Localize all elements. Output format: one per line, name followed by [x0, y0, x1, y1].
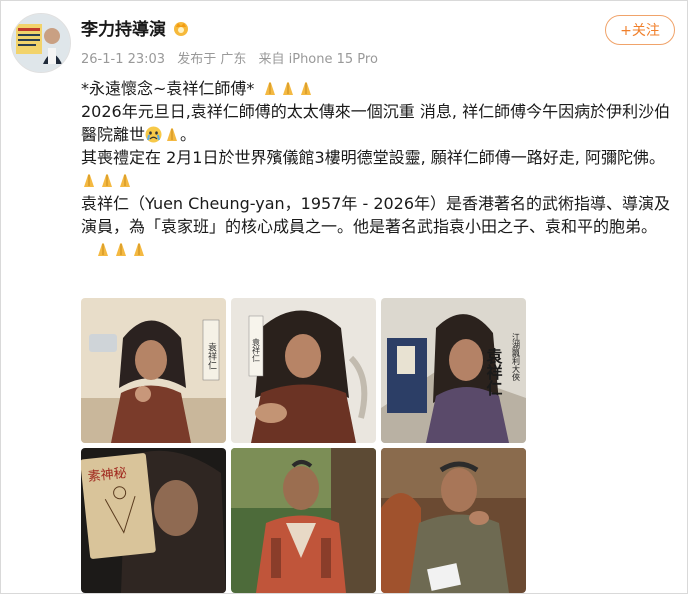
- post-body: *永遠懷念~袁祥仁師傅* 2026年元旦日,袁祥仁師傅的太太傳來一個沉重 消息,…: [81, 77, 673, 261]
- gold-crown-badge-icon: [172, 19, 190, 37]
- image-caption-1: 袁祥仁: [206, 341, 217, 369]
- post-image-4[interactable]: 素神秘: [81, 448, 226, 593]
- post-line-3: 其喪禮定在 2月1日於世界殯儀館3樓明德堂設靈, 願祥仁師傅一路好走, 阿彌陀佛…: [81, 148, 665, 167]
- pray-icon: [95, 240, 111, 256]
- pray-icon: [280, 79, 296, 95]
- post-line-2: 2026年元旦日,袁祥仁師傅的太太傳來一個沉重 消息, 祥仁師傅今午因病於伊利沙…: [81, 102, 671, 144]
- post-line-3-emojis: [81, 169, 673, 192]
- follow-button[interactable]: +关注: [605, 15, 675, 45]
- post-image-1[interactable]: 袁祥仁: [81, 298, 226, 443]
- post-image-5[interactable]: [231, 448, 376, 593]
- post-location: 发布于 广东: [177, 52, 247, 67]
- author-name-row: 李力持導演: [81, 15, 190, 40]
- post-meta: 26-1-1 23:03 发布于 广东 来自 iPhone 15 Pro: [81, 48, 386, 67]
- post-line-4: 袁祥仁（Yuen Cheung-yan，1957年 - 2026年）是香港著名的…: [81, 192, 673, 261]
- post-image-2[interactable]: 袁祥仁: [231, 298, 376, 443]
- pray-icon: [113, 240, 129, 256]
- crying-face-icon: [145, 126, 162, 143]
- pray-icon: [81, 171, 97, 187]
- watermark-overlay: [535, 551, 685, 591]
- image-caption-2: 袁祥仁: [252, 337, 261, 362]
- post-timestamp[interactable]: 26-1-1 23:03: [81, 52, 165, 67]
- post-image-3[interactable]: 袁祥仁 江湖飄利大俠: [381, 298, 526, 443]
- pray-icon: [99, 171, 115, 187]
- pray-icon: [262, 79, 278, 95]
- author-name[interactable]: 李力持導演: [81, 15, 166, 40]
- author-avatar[interactable]: [11, 13, 71, 73]
- image-side-text-3: 江湖飄利大俠: [512, 333, 521, 382]
- pray-icon: [164, 125, 180, 141]
- weibo-post-card: 李力持導演 26-1-1 23:03 发布于 广东 来自 iPhone 15 P…: [0, 0, 688, 594]
- pray-icon: [131, 240, 147, 256]
- post-line-1: *永遠懷念~袁祥仁師傅*: [81, 77, 673, 100]
- image-caption-3: 袁祥仁: [484, 348, 504, 397]
- pray-icon: [117, 171, 133, 187]
- post-image-6[interactable]: [381, 448, 526, 593]
- post-device: 来自 iPhone 15 Pro: [258, 52, 378, 67]
- pray-icon: [298, 79, 314, 95]
